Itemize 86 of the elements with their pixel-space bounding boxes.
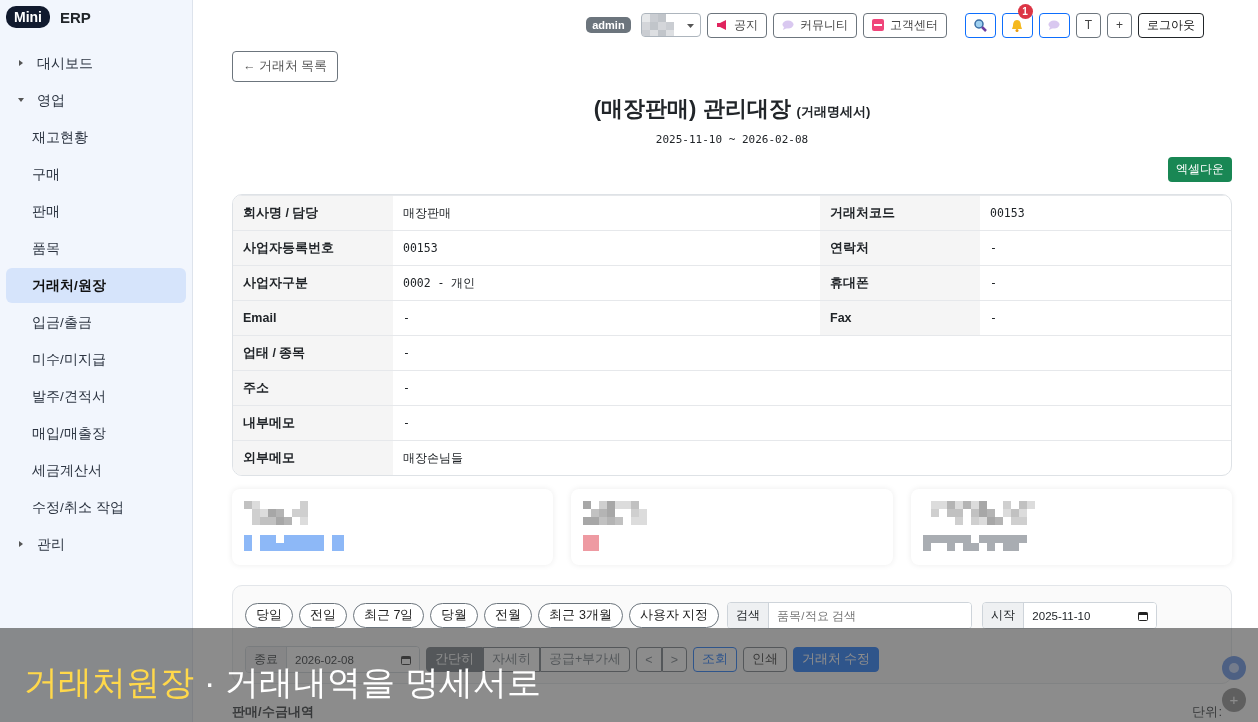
sidebar-item[interactable]: 입금/출금 xyxy=(6,305,186,340)
sidebar-item[interactable]: 수정/취소 작업 xyxy=(6,490,186,525)
date-range: 2025-11-10 ~ 2026-02-08 xyxy=(654,133,810,146)
caption-separator: · xyxy=(204,665,216,699)
sidebar-item[interactable]: 판매 xyxy=(6,194,186,229)
field-label: 시작 xyxy=(983,603,1025,628)
caret-right-icon xyxy=(18,60,24,66)
sidebar-item[interactable]: 재고현황 xyxy=(6,120,186,155)
field-value: - xyxy=(402,380,411,397)
field-label: 외부메모 xyxy=(233,441,393,475)
sidebar-item[interactable]: 거래처/원장 xyxy=(6,268,186,303)
field-value: 매장손님들 xyxy=(402,449,464,467)
redacted-text xyxy=(583,501,648,525)
range-button[interactable]: 사용자 지정 xyxy=(628,603,720,628)
sos-icon xyxy=(871,19,884,31)
sidebar-group[interactable]: 관리 xyxy=(6,527,186,562)
field-value: - xyxy=(402,345,411,362)
sidebar-item[interactable]: 매입/매출장 xyxy=(6,416,186,451)
field-value: - xyxy=(989,310,998,327)
caret-down-icon xyxy=(18,97,24,103)
redacted-text xyxy=(244,501,308,525)
field-value: 00153 xyxy=(989,205,1026,222)
date-field[interactable]: 시작 2025-11-10 xyxy=(982,602,1158,629)
field-label: 사업자등록번호 xyxy=(233,231,393,265)
field-label: 주소 xyxy=(233,371,393,405)
search-icon xyxy=(973,18,987,32)
range-button[interactable]: 최근 3개월 xyxy=(538,603,623,628)
message-button[interactable] xyxy=(1038,12,1070,38)
caret-right-icon xyxy=(18,541,24,547)
sidebar-item[interactable]: 발주/견적서 xyxy=(6,379,186,414)
unit-label: 단위: xyxy=(1192,704,1222,719)
page-title: (매장판매) 관리대장 xyxy=(593,95,791,123)
calendar-icon xyxy=(401,654,411,665)
toolbar-button[interactable]: T xyxy=(1075,12,1101,38)
search-field[interactable]: 검색 품목/적요 검색 xyxy=(727,602,973,629)
field-value: 매장판매 xyxy=(402,204,452,222)
field-value: - xyxy=(402,415,411,432)
field-label: 내부메모 xyxy=(233,406,393,440)
field-value: 0002 - 개인 xyxy=(402,274,477,292)
sidebar-item[interactable]: 미수/미지급 xyxy=(6,342,186,377)
sidebar-item[interactable]: 구매 xyxy=(6,157,186,192)
support-button[interactable]: 고객센터 xyxy=(862,12,947,38)
dot-icon xyxy=(1229,663,1239,673)
sidebar-item[interactable]: 세금계산서 xyxy=(6,453,186,488)
search-button[interactable] xyxy=(964,12,996,38)
field-value: - xyxy=(989,275,998,292)
logo-badge: Mini xyxy=(6,6,50,28)
field-label: 연락처 xyxy=(820,231,980,265)
sidebar-group[interactable]: 대시보드 xyxy=(6,46,186,81)
range-button[interactable]: 당월 xyxy=(430,603,479,628)
range-button[interactable]: 최근 7일 xyxy=(353,603,425,628)
range-button[interactable]: 당일 xyxy=(245,603,293,628)
redacted-text xyxy=(641,14,674,36)
sidebar-group[interactable]: 영업 xyxy=(6,83,186,118)
range-button[interactable]: 전월 xyxy=(484,603,533,628)
toolbar-button[interactable]: + xyxy=(1107,12,1132,38)
sidebar-item[interactable]: 품목 xyxy=(6,231,186,266)
field-label: Fax xyxy=(820,301,980,335)
bell-icon xyxy=(1011,18,1024,32)
page-subtitle: (거래명세서) xyxy=(796,103,871,121)
speech-bubble-icon xyxy=(781,20,794,30)
notice-button[interactable]: 공지 xyxy=(706,12,767,38)
field-label: Email xyxy=(233,301,393,335)
count-badge: 1 xyxy=(1017,3,1033,19)
field-label: 휴대폰 xyxy=(820,266,980,300)
range-button[interactable]: 전일 xyxy=(299,603,347,628)
field-value: - xyxy=(402,310,411,327)
caption-highlight: 거래처원장 xyxy=(24,665,194,699)
caret-down-icon xyxy=(686,23,694,28)
megaphone-icon xyxy=(715,19,728,31)
field-label: 회사명 / 담당 xyxy=(233,196,393,230)
field-value: 00153 xyxy=(402,240,439,257)
excel-download-button[interactable]: 엑셀다운 xyxy=(1168,157,1232,182)
section-title: 판매/수금내역 xyxy=(232,704,314,719)
speech-bubble-icon xyxy=(1048,20,1061,30)
field-label: 업태 / 종목 xyxy=(233,336,393,370)
app-name: ERP xyxy=(60,8,91,26)
community-button[interactable]: 커뮤니티 xyxy=(772,12,857,38)
calendar-icon xyxy=(1138,610,1149,621)
field-label: 사업자구분 xyxy=(233,266,393,300)
back-button[interactable]: ← 거래처 목록 xyxy=(232,51,339,82)
print-button[interactable]: 인쇄 xyxy=(742,647,787,672)
logout-button[interactable]: 로그아웃 xyxy=(1138,12,1204,38)
role-badge: admin xyxy=(586,17,631,33)
field-label: 거래처코드 xyxy=(820,196,980,230)
field-value: - xyxy=(989,240,998,257)
